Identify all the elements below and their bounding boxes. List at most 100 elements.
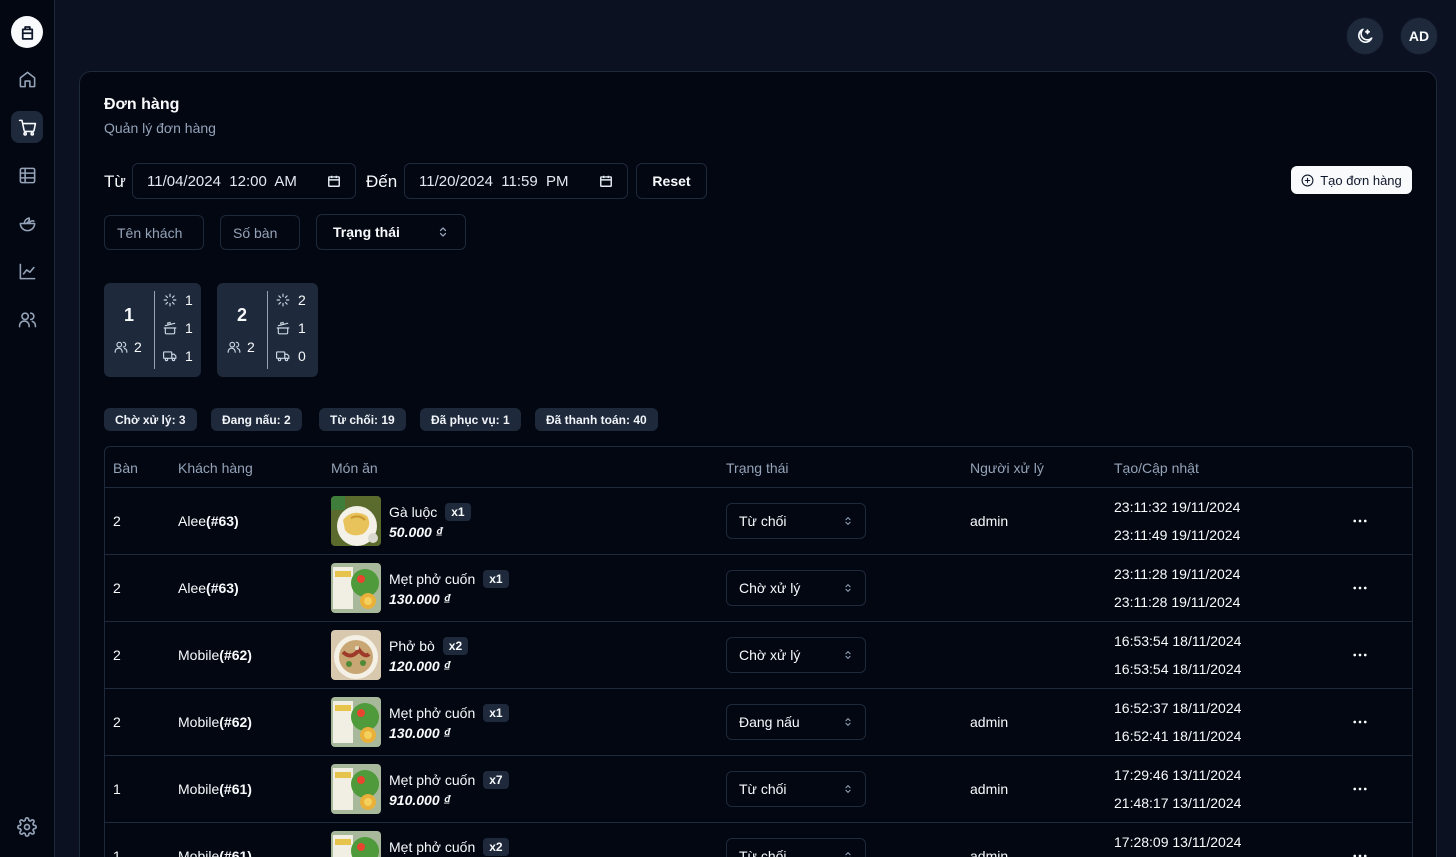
order-customer: Mobile(#62): [178, 647, 252, 663]
order-created-time: 16:52:37 18/11/2024: [1114, 700, 1242, 716]
served-value: 0: [298, 348, 306, 364]
table-row[interactable]: 2 Mobile(#62) Mẹt phở cuốn x1 130.000 ₫ Đang …: [105, 689, 1412, 756]
served-value: 1: [185, 348, 193, 364]
customer-name-input[interactable]: Tên khách: [104, 215, 204, 250]
order-handler: admin: [970, 781, 1009, 797]
guest-count: 2: [134, 339, 142, 355]
dish-image: [331, 697, 381, 747]
users-icon: [227, 341, 241, 353]
create-order-button[interactable]: Tạo đơn hàng: [1291, 166, 1412, 194]
cooking-value: 1: [298, 320, 306, 336]
customer-code: (#61): [219, 781, 252, 797]
table-row[interactable]: 1Mobile(#61)Mẹt phở cuốnx2260.000 ₫Từ ch…: [105, 823, 1412, 857]
badge-paid[interactable]: Đã thanh toán: 40: [535, 408, 658, 431]
calendar-icon[interactable]: [327, 174, 341, 188]
more-options-icon[interactable]: [1351, 579, 1369, 597]
status-filter-select[interactable]: Trạng thái: [316, 214, 466, 250]
order-status-select[interactable]: Từ chối: [726, 838, 866, 857]
dish-image: [331, 831, 381, 857]
quantity-badge: x2: [483, 838, 509, 856]
table-row[interactable]: 1 Mobile(#61) Mẹt phở cuốn x7 910.000 ₫ Từ ch…: [105, 756, 1412, 823]
order-table-number: 1: [113, 848, 121, 857]
order-status-value: Chờ xử lý: [739, 647, 801, 663]
from-date-value: 11/04/2024 12:00 AM: [147, 172, 297, 190]
customer-code: (#62): [219, 647, 252, 663]
truck-icon: [163, 351, 177, 362]
customer-name: Mobile: [178, 714, 220, 730]
badge-cooking[interactable]: Đang nấu: 2: [211, 408, 302, 431]
cart-icon[interactable]: [11, 111, 43, 143]
table-row[interactable]: 2 Mobile(#62) Phở bò x2 120.000 ₫ Chờ xử lý 16…: [105, 622, 1412, 689]
users-icon[interactable]: [11, 303, 43, 335]
order-status-select[interactable]: Đang nấu: [726, 704, 866, 740]
order-handler: admin: [970, 848, 1009, 857]
dish-name-text: Mẹt phở cuốn: [389, 705, 476, 721]
dish-name-text: Phở bò: [389, 638, 435, 654]
badge-served[interactable]: Đã phục vụ: 1: [420, 408, 521, 431]
more-options-icon[interactable]: [1351, 713, 1369, 731]
order-handler: admin: [970, 513, 1009, 529]
badge-pending[interactable]: Chờ xử lý: 3: [104, 408, 197, 431]
order-status-select[interactable]: Chờ xử lý: [726, 637, 866, 673]
customer-code: (#63): [206, 513, 239, 529]
table-card-number: 1: [123, 305, 134, 325]
order-customer: Mobile(#61): [178, 781, 252, 797]
more-options-icon[interactable]: [1351, 847, 1369, 857]
calendar-icon[interactable]: [599, 174, 613, 188]
order-status-select[interactable]: Từ chối: [726, 771, 866, 807]
order-customer: Alee(#63): [178, 580, 239, 596]
salad-icon[interactable]: [11, 207, 43, 239]
divider: [154, 291, 155, 369]
more-options-icon[interactable]: [1351, 780, 1369, 798]
dish-name: Mẹt phở cuốn x1: [389, 704, 509, 722]
chevron-up-down-icon: [845, 785, 851, 793]
customer-code: (#63): [206, 580, 239, 596]
served-count: 0: [276, 348, 306, 364]
table-grid-icon[interactable]: [11, 159, 43, 191]
status-filter-label: Trạng thái: [333, 224, 400, 240]
reset-button[interactable]: Reset: [636, 163, 707, 199]
cooking-count: 1: [276, 320, 306, 336]
settings-gear-icon[interactable]: [17, 817, 37, 837]
customer-name: Mobile: [178, 781, 220, 797]
quantity-badge: x1: [445, 503, 471, 521]
chart-line-icon[interactable]: [11, 255, 43, 287]
more-options-icon[interactable]: [1351, 646, 1369, 664]
more-options-icon[interactable]: [1351, 512, 1369, 530]
page-subtitle: Quản lý đơn hàng: [104, 120, 216, 136]
order-status-select[interactable]: Từ chối: [726, 503, 866, 539]
dish-name-text: Mẹt phở cuốn: [389, 772, 476, 788]
order-status-select[interactable]: Chờ xử lý: [726, 570, 866, 606]
user-avatar[interactable]: AD: [1400, 17, 1438, 55]
loader-icon: [276, 293, 290, 307]
column-header-timestamps: Tạo/Cập nhật: [1114, 460, 1199, 476]
table-number-input[interactable]: Số bàn: [220, 215, 300, 250]
order-table-number: 2: [113, 647, 121, 663]
badge-rejected[interactable]: Từ chối: 19: [319, 408, 406, 431]
plus-circle-icon: [1301, 174, 1314, 186]
order-status-value: Từ chối: [739, 781, 787, 797]
chevron-up-down-icon: [845, 584, 851, 592]
theme-toggle-button[interactable]: [1346, 17, 1384, 55]
dish-price: 120.000 ₫: [389, 658, 451, 674]
table-row[interactable]: 2 Alee(#63) Gà luộc x1 50.000 ₫ Từ chối admin 2…: [105, 488, 1412, 555]
truck-icon: [276, 351, 290, 362]
dish-price: 50.000 ₫: [389, 524, 443, 540]
dish-price: 910.000 ₫: [389, 792, 451, 808]
app-logo-icon[interactable]: [11, 16, 43, 48]
guest-count: 2: [247, 339, 255, 355]
dish-price: 130.000 ₫: [389, 725, 451, 741]
dish-image: [331, 764, 381, 814]
table-card-1[interactable]: 1 2 1 1 1: [104, 283, 201, 377]
order-customer: Mobile(#61): [178, 848, 252, 857]
table-row[interactable]: 2 Alee(#63) Mẹt phở cuốn x1 130.000 ₫ Chờ xử …: [105, 555, 1412, 622]
table-card-2[interactable]: 2 2 2 1 0: [217, 283, 318, 377]
served-count: 1: [163, 348, 193, 364]
chevron-up-down-icon: [845, 852, 851, 857]
loader-icon: [163, 293, 177, 307]
create-order-label: Tạo đơn hàng: [1320, 172, 1402, 188]
to-date-input[interactable]: 11/20/2024 11:59 PM: [404, 163, 628, 199]
home-icon[interactable]: [11, 63, 43, 95]
from-date-input[interactable]: 11/04/2024 12:00 AM: [132, 163, 356, 199]
customer-code: (#61): [219, 848, 252, 857]
